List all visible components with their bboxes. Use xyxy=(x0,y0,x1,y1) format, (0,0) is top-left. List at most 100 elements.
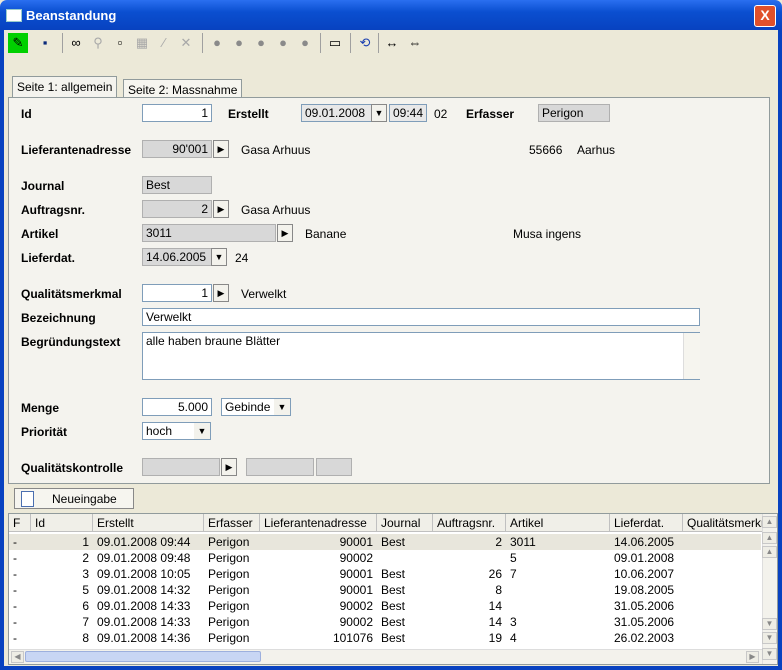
table-cell: - xyxy=(13,551,17,565)
qualitaetskontrolle-lookup-button[interactable]: ▶ xyxy=(221,458,237,476)
toolbar-separator xyxy=(62,33,63,53)
search-zoom-icon[interactable]: ⚲ xyxy=(88,33,108,53)
table-cell xyxy=(683,630,763,646)
erstellt-date-field[interactable]: 09.01.2008 xyxy=(301,104,373,122)
table-cell: 3 xyxy=(82,567,89,581)
column-header[interactable]: Lieferdat. xyxy=(610,514,683,532)
erstellt-date-dropdown-button[interactable]: ▼ xyxy=(371,104,387,122)
table-cell: Best xyxy=(381,615,406,629)
scroll-page-down-icon[interactable]: ▼ xyxy=(762,618,777,630)
scroll-down-icon[interactable]: ▼ xyxy=(762,648,777,660)
column-header[interactable]: F xyxy=(9,514,31,532)
table-cell: Perigon xyxy=(208,535,250,549)
delete-x-icon[interactable]: ✕ xyxy=(176,33,196,53)
table-cell: 09.01.2008 09:44 xyxy=(97,535,191,549)
lieferdat-label: Lieferdat. xyxy=(21,251,76,265)
title-bar[interactable] xyxy=(0,0,782,30)
qualitaetskontrolle-field[interactable] xyxy=(142,458,220,476)
ball-end-icon[interactable]: ● xyxy=(295,33,315,53)
bezeichnung-field[interactable]: Verwelkt xyxy=(142,308,700,326)
column-header[interactable]: Lieferantenadresse xyxy=(260,514,377,532)
binoculars-icon[interactable]: ∞ xyxy=(66,33,86,53)
id-field[interactable]: 1 xyxy=(142,104,212,122)
lieferantenadresse-field[interactable]: 90'001 xyxy=(142,140,212,158)
new-document-icon xyxy=(21,491,34,507)
menge-unit-dropdown-icon[interactable]: ▼ xyxy=(274,399,290,415)
fit-page-icon[interactable]: ⇔ xyxy=(405,33,425,53)
refresh-icon[interactable]: ⟲ xyxy=(355,33,375,53)
table-row[interactable]: - 3 09.01.2008 10:05 Perigon 90001 Best 26 7 10.… xyxy=(9,566,761,582)
qualitaetsmerkmal-field[interactable]: 1 xyxy=(142,284,212,302)
table-row[interactable]: - 8 09.01.2008 14:36 Perigon 101076 Best 19 4 26… xyxy=(9,630,761,646)
scroll-right-icon[interactable]: ▶ xyxy=(746,651,759,663)
tab-allgemein[interactable]: Seite 1: allgemein xyxy=(12,76,118,99)
artikel-field[interactable]: 3011 xyxy=(142,224,276,242)
artikel-label: Artikel xyxy=(21,227,59,241)
column-header[interactable]: Artikel xyxy=(506,514,610,532)
prioritaet-dropdown-icon[interactable]: ▼ xyxy=(194,423,210,439)
table-row[interactable]: - 7 09.01.2008 14:33 Perigon 90002 Best 14 3 31.… xyxy=(9,614,761,630)
lieferant-ort: Aarhus xyxy=(577,143,616,157)
column-header[interactable]: Id xyxy=(31,514,93,532)
fit-width-icon[interactable]: ↔ xyxy=(382,33,402,53)
begruendungstext-scrollbar[interactable] xyxy=(683,333,700,379)
column-header[interactable]: Qualitätsmerkmal xyxy=(683,514,763,532)
grid-horizontal-scroll-thumb[interactable] xyxy=(25,651,261,662)
ball-first-icon[interactable]: ● xyxy=(207,33,227,53)
auftragsnr-field[interactable]: 2 xyxy=(142,200,212,218)
qualitaetsmerkmal-lookup-button[interactable]: ▶ xyxy=(213,284,229,302)
scroll-page-up-icon[interactable]: ▲ xyxy=(762,546,777,558)
table-cell: 7 xyxy=(82,615,89,629)
lieferdat-extra: 24 xyxy=(235,251,249,265)
print-icon[interactable]: ▦ xyxy=(132,33,152,53)
column-header[interactable]: Erstellt xyxy=(93,514,204,532)
table-row[interactable]: - 2 09.01.2008 09:48 Perigon 90002 5 09.01.200… xyxy=(9,550,761,566)
column-header[interactable]: Journal xyxy=(377,514,433,532)
table-cell: 5 xyxy=(82,583,89,597)
brush-icon[interactable]: ⁄ xyxy=(154,33,174,53)
table-cell: - xyxy=(13,631,17,645)
lieferdat-dropdown-button[interactable]: ▼ xyxy=(211,248,227,266)
lieferantenadresse-lookup-button[interactable]: ▶ xyxy=(213,140,229,158)
column-header[interactable]: Erfasser xyxy=(204,514,260,532)
table-cell: Perigon xyxy=(208,631,250,645)
ball-prev-icon[interactable]: ● xyxy=(229,33,249,53)
scroll-left-icon[interactable]: ◀ xyxy=(11,651,24,663)
edit-pencil-icon[interactable]: ✎ xyxy=(8,33,28,53)
erstellt-time-field[interactable]: 09:44 xyxy=(389,104,427,122)
auftragsnr-lookup-button[interactable]: ▶ xyxy=(213,200,229,218)
new-document-icon[interactable]: ▫ xyxy=(110,33,130,53)
data-grid[interactable]: F Id Erstellt Erfasser Lieferantenadresse Jou… xyxy=(8,513,778,665)
table-cell: 09.01.2008 14:36 xyxy=(97,631,191,645)
table-cell: 90002 xyxy=(339,551,373,565)
table-cell: - xyxy=(13,583,17,597)
begruendungstext-area[interactable]: alle haben braune Blätter xyxy=(142,332,700,380)
table-row[interactable]: - 1 09.01.2008 09:44 Perigon 90001 Best 2 3011 1… xyxy=(9,534,761,550)
table-cell: - xyxy=(13,599,17,613)
column-header[interactable]: Auftragsnr. xyxy=(433,514,506,532)
neueingabe-button[interactable]: Neueingabe xyxy=(14,488,134,509)
table-cell: Best xyxy=(381,567,406,581)
table-cell: 09.01.2008 10:05 xyxy=(97,567,191,581)
table-cell: 90001 xyxy=(339,567,373,581)
table-cell: 90001 xyxy=(339,583,373,597)
artikel-lookup-button[interactable]: ▶ xyxy=(277,224,293,242)
scroll-top-icon[interactable]: ▲ xyxy=(762,532,777,544)
save-icon[interactable]: ▪ xyxy=(35,33,55,53)
scroll-up-icon[interactable]: ▲ xyxy=(762,516,777,528)
menge-field[interactable]: 5.000 xyxy=(142,398,212,416)
lieferdat-field[interactable]: 14.06.2005 xyxy=(142,248,212,266)
minimize-form-icon[interactable]: ▭ xyxy=(325,33,345,53)
table-row[interactable]: - 5 09.01.2008 14:32 Perigon 90001 Best 8 19.08… xyxy=(9,582,761,598)
table-cell: 09.01.2008 xyxy=(614,551,675,565)
scroll-bottom-icon[interactable]: ▼ xyxy=(762,632,777,644)
table-cell: 5 xyxy=(510,551,517,565)
table-cell: 90002 xyxy=(339,599,373,613)
window-frame-right xyxy=(778,30,782,670)
erstellt-label: Erstellt xyxy=(228,107,269,121)
ball-next-icon[interactable]: ● xyxy=(251,33,271,53)
close-button[interactable]: X xyxy=(754,5,776,27)
table-cell: 09.01.2008 14:32 xyxy=(97,583,191,597)
ball-last-icon[interactable]: ● xyxy=(273,33,293,53)
table-row[interactable]: - 6 09.01.2008 14:33 Perigon 90002 Best 14 31.0… xyxy=(9,598,761,614)
